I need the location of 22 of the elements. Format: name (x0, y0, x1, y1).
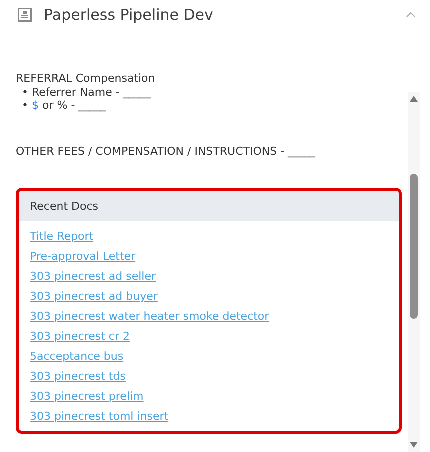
doc-link[interactable]: 303 pinecrest water heater smoke detector (30, 309, 270, 325)
panel-title: Paperless Pipeline Dev (44, 6, 214, 24)
note-text: OTHER FEES / COMPENSATION / INSTRUCTIONS - _____ (16, 145, 317, 158)
scrollbar[interactable] (408, 92, 420, 452)
doc-link[interactable]: 303 pinecrest prelim (30, 389, 144, 405)
scroll-up-icon[interactable] (410, 96, 418, 102)
note-bullet: • Referrer Name - _____ (21, 86, 152, 99)
doc-link[interactable]: 303 pinecrest ad seller (30, 269, 156, 285)
card-header: Recent Docs (19, 191, 399, 221)
document-icon (18, 8, 32, 22)
scroll-thumb[interactable] (410, 174, 418, 319)
chevron-icon[interactable] (406, 12, 416, 18)
note-bullet: • $ or % - _____ (21, 99, 108, 112)
doc-link[interactable]: 5acceptance bus (30, 349, 124, 365)
scroll-down-icon[interactable] (410, 442, 418, 448)
doc-link[interactable]: Pre-approval Letter (30, 249, 136, 265)
doc-link[interactable]: 303 pinecrest toml insert (30, 409, 169, 425)
note-heading: REFERRAL Compensation (16, 72, 156, 86)
doc-link[interactable]: 303 pinecrest tds (30, 369, 126, 385)
doc-link[interactable]: 303 pinecrest ad buyer (30, 289, 158, 305)
doc-link[interactable]: 303 pinecrest cr 2 (30, 329, 130, 345)
doc-link[interactable]: Title Report (30, 229, 94, 245)
